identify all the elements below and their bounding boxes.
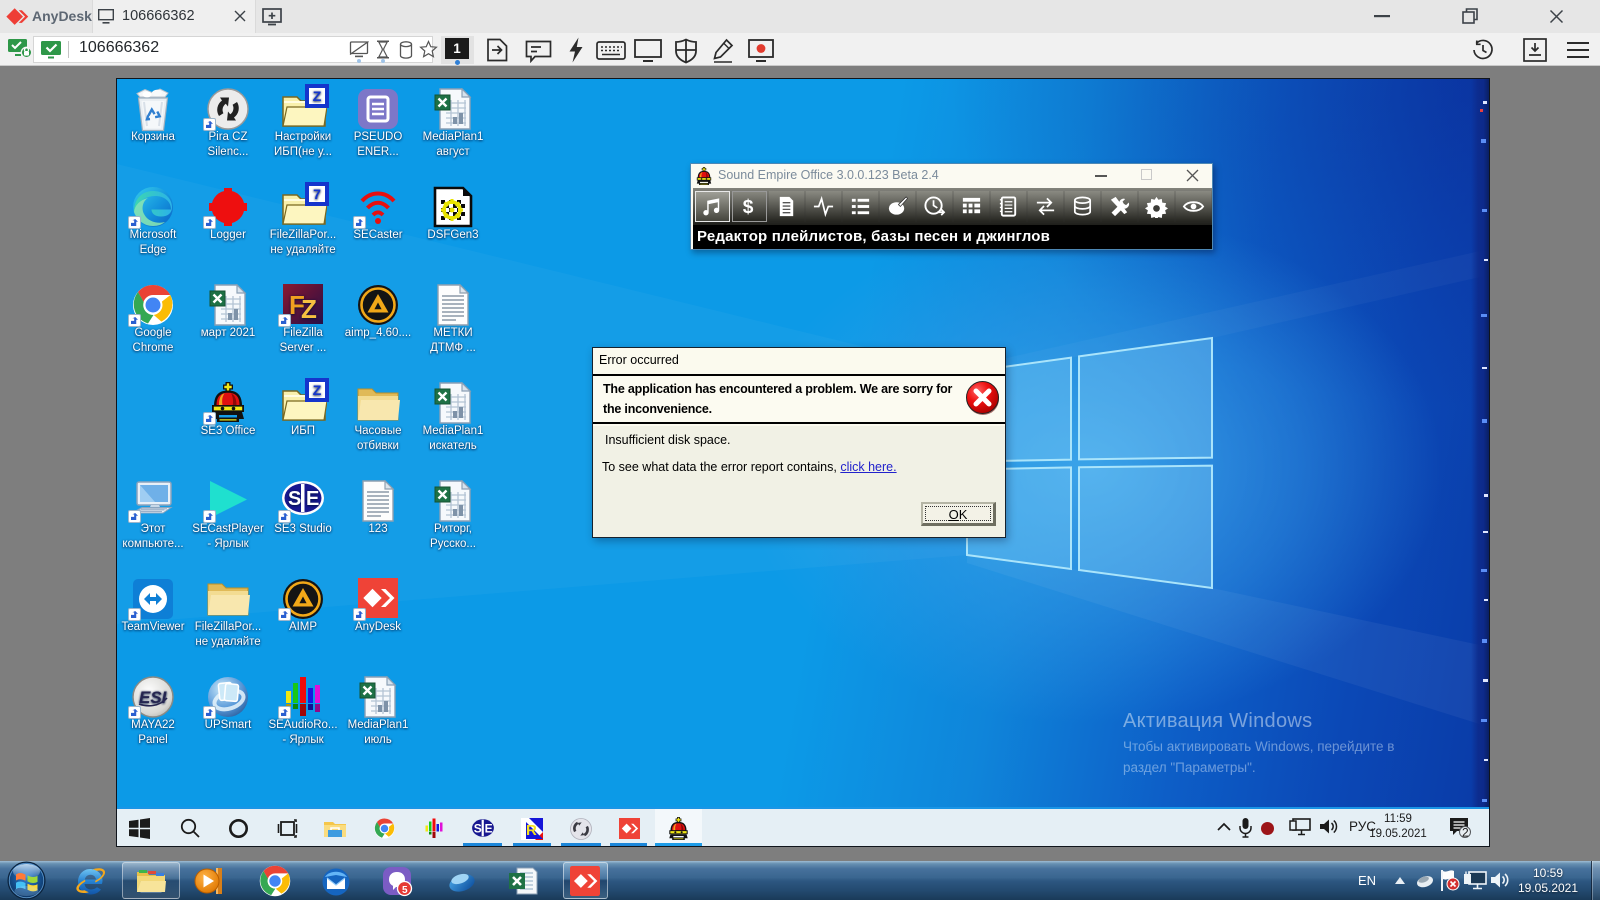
svg-text:E: E [306,488,319,510]
svg-text:2: 2 [1462,826,1469,839]
svg-text:S: S [288,488,301,510]
svg-text:5: 5 [402,885,408,896]
svg-text:S: S [474,821,482,835]
svg-text:R: R [526,822,537,839]
svg-text:$: $ [743,197,754,218]
svg-text:Z: Z [301,294,317,324]
svg-text:E: E [485,821,493,835]
svg-text:ESI: ESI [139,688,168,707]
